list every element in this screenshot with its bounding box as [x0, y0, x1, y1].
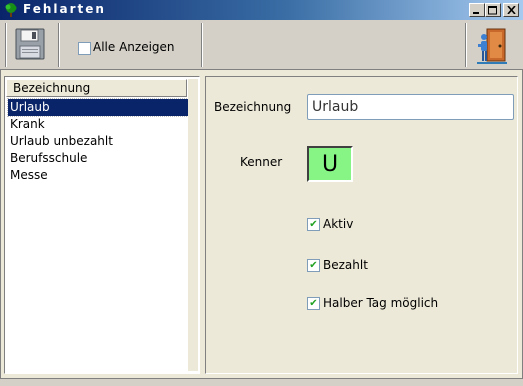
- show-all-label[interactable]: Alle Anzeigen: [93, 40, 175, 54]
- bezahlt-checkbox[interactable]: ✔: [307, 259, 320, 272]
- detail-panel: [205, 76, 518, 374]
- kenner-field[interactable]: U: [307, 146, 353, 182]
- bezeichnung-label: Bezeichnung: [214, 100, 292, 114]
- aktiv-checkbox[interactable]: ✔: [307, 218, 320, 231]
- save-button[interactable]: [8, 24, 52, 64]
- list-item[interactable]: Urlaub unbezahlt: [8, 133, 188, 150]
- bezeichnung-input[interactable]: [307, 94, 514, 120]
- exit-button[interactable]: [472, 25, 512, 67]
- bezahlt-label[interactable]: Bezahlt: [323, 258, 368, 272]
- checkmark-icon: ✔: [309, 297, 318, 309]
- close-icon: [506, 6, 516, 14]
- exit-door-icon: [477, 28, 507, 64]
- toolbar-separator: [5, 23, 7, 67]
- list-item[interactable]: Messe: [8, 167, 188, 184]
- list-item[interactable]: Berufsschule: [8, 150, 188, 167]
- kenner-label: Kenner: [240, 155, 283, 169]
- minimize-icon: [473, 12, 479, 14]
- list-item[interactable]: Krank: [8, 116, 188, 133]
- show-all-checkbox[interactable]: [78, 42, 91, 55]
- list-scroll-track[interactable]: [188, 79, 198, 371]
- floppy-disk-icon: [15, 28, 45, 60]
- toolbar-separator: [465, 23, 467, 67]
- maximize-button[interactable]: [485, 3, 501, 17]
- aktiv-label[interactable]: Aktiv: [323, 217, 353, 231]
- toolbar-separator: [58, 23, 60, 67]
- checkmark-icon: ✔: [309, 218, 318, 230]
- list-column-header[interactable]: Bezeichnung: [6, 79, 187, 97]
- close-button[interactable]: [503, 3, 519, 17]
- list-item-selected[interactable]: Urlaub: [7, 98, 189, 117]
- tree-app-icon: [3, 2, 19, 18]
- halber-tag-label[interactable]: Halber Tag möglich: [323, 296, 438, 310]
- minimize-button[interactable]: [469, 3, 485, 17]
- window-title: Fehlarten: [23, 2, 106, 16]
- toolbar-separator: [201, 23, 203, 67]
- status-bar: [0, 378, 523, 386]
- checkmark-icon: ✔: [309, 259, 318, 271]
- halber-tag-checkbox[interactable]: ✔: [307, 297, 320, 310]
- maximize-icon: [488, 5, 497, 14]
